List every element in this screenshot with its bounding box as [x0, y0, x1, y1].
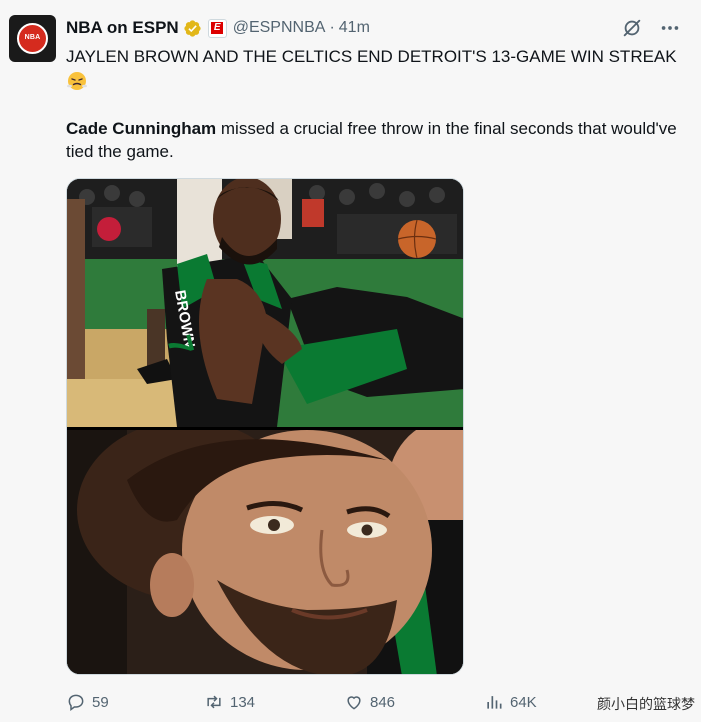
avatar[interactable]: NBA — [9, 15, 56, 62]
reply-count: 59 — [92, 693, 109, 711]
tweet-actions: 59 134 846 64K — [66, 690, 686, 714]
like-count: 846 — [370, 693, 396, 711]
timestamp[interactable]: 41m — [339, 19, 370, 37]
reply-icon — [68, 694, 84, 711]
tweet-card[interactable]: NBA NBA on ESPN E @ESPNNBA · 41m JAYLEN … — [0, 0, 701, 722]
jaylen-brown-photo[interactable]: BROWN 7 — [67, 179, 463, 427]
watermark: 颜小白的篮球梦 — [597, 696, 695, 712]
handle[interactable]: @ESPNNBA — [233, 19, 326, 37]
views-chart-icon — [487, 696, 502, 709]
repost-count: 134 — [230, 693, 256, 711]
grok-icon[interactable] — [621, 17, 643, 39]
like-button[interactable]: 846 — [344, 690, 395, 714]
mention-name: Cade Cunningham — [66, 119, 217, 138]
display-name[interactable]: NBA on ESPN — [66, 18, 179, 38]
views-button[interactable]: 64K — [484, 690, 537, 714]
tweet-text: JAYLEN BROWN AND THE CELTICS END DETROIT… — [66, 45, 686, 161]
separator: · — [329, 19, 335, 36]
affiliate-badge[interactable]: E — [207, 18, 227, 38]
heart-icon — [347, 696, 361, 710]
tweet-top-actions — [621, 17, 681, 39]
nba-logo: NBA — [17, 23, 48, 54]
reply-button[interactable]: 59 — [66, 690, 109, 714]
tweet-body: Cade Cunningham missed a crucial free th… — [66, 117, 686, 163]
media-grid[interactable]: BROWN 7 — [66, 178, 464, 675]
verified-badge-icon[interactable] — [183, 19, 202, 38]
face-with-steam-icon — [66, 70, 88, 92]
views-count: 64K — [510, 693, 537, 711]
repost-button[interactable]: 134 — [204, 690, 255, 714]
cade-cunningham-photo[interactable] — [67, 430, 463, 674]
more-icon[interactable] — [659, 17, 681, 39]
tweet-headline: JAYLEN BROWN AND THE CELTICS END DETROIT… — [66, 47, 677, 66]
repost-icon — [207, 695, 221, 709]
tweet-header: NBA on ESPN E @ESPNNBA · 41m — [66, 17, 370, 39]
